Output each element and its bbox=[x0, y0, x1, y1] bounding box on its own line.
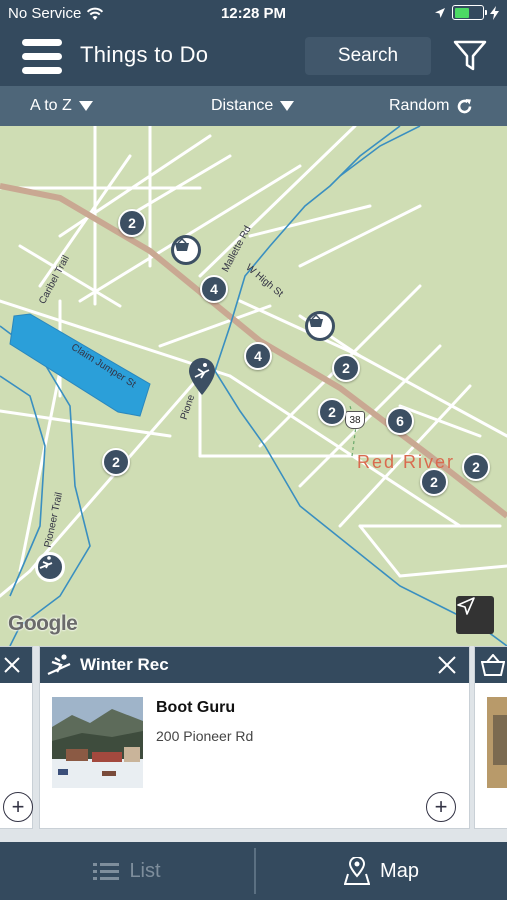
close-icon[interactable] bbox=[3, 656, 21, 674]
results-carousel[interactable]: + Winter Rec Boot Guru 200 Pioneer Rd + bbox=[0, 646, 507, 842]
shopping-marker[interactable] bbox=[305, 311, 335, 341]
battery-icon bbox=[452, 5, 487, 20]
add-icon[interactable]: + bbox=[3, 792, 33, 822]
card-header bbox=[0, 647, 32, 683]
close-icon[interactable] bbox=[437, 655, 457, 675]
status-icons bbox=[434, 5, 499, 20]
location-arrow-icon bbox=[435, 7, 445, 18]
refresh-icon bbox=[458, 98, 472, 113]
sort-random-button[interactable]: Random bbox=[389, 97, 473, 115]
cluster-marker[interactable]: 2 bbox=[102, 448, 130, 476]
map-base bbox=[0, 126, 507, 646]
cluster-marker[interactable]: 2 bbox=[118, 209, 146, 237]
business-photo bbox=[52, 697, 143, 788]
filter-icon[interactable] bbox=[452, 38, 488, 74]
previous-card[interactable]: + bbox=[0, 646, 33, 829]
app-header: Things to Do Search bbox=[0, 30, 507, 86]
cluster-marker[interactable]: 4 bbox=[244, 342, 272, 370]
route-38-shield: 38 bbox=[345, 411, 365, 429]
sort-bar: A to Z Distance Random bbox=[0, 86, 507, 126]
business-address: 200 Pioneer Rd bbox=[156, 728, 254, 744]
clock: 12:28 PM bbox=[220, 5, 287, 22]
add-icon[interactable]: + bbox=[426, 792, 456, 822]
google-logo: Google bbox=[8, 612, 78, 635]
cluster-marker[interactable]: 2 bbox=[332, 354, 360, 382]
tab-list[interactable]: List bbox=[0, 842, 254, 900]
ski-selected-marker[interactable] bbox=[187, 356, 217, 396]
status-bar: No Service 12:28 PM bbox=[0, 0, 507, 30]
sort-a-to-z-button[interactable]: A to Z bbox=[30, 97, 93, 115]
tab-list-label: List bbox=[129, 859, 161, 882]
business-name[interactable]: Boot Guru bbox=[156, 699, 235, 717]
page-title: Things to Do bbox=[80, 42, 209, 67]
tab-map[interactable]: Map bbox=[256, 842, 507, 900]
shopping-basket-icon bbox=[175, 238, 189, 251]
sort-a-to-z-label: A to Z bbox=[30, 97, 72, 114]
shopping-marker[interactable] bbox=[171, 235, 201, 265]
result-card[interactable]: Winter Rec Boot Guru 200 Pioneer Rd + bbox=[39, 646, 470, 829]
category-title: Winter Rec bbox=[80, 655, 169, 674]
sort-distance-label: Distance bbox=[211, 97, 274, 114]
app-screen: No Service 12:28 PM Things to Do Search … bbox=[0, 0, 507, 900]
map-view[interactable]: Caribel Trail Mallette Rd W High St Clai… bbox=[0, 126, 507, 646]
sort-random-label: Random bbox=[389, 97, 450, 114]
cluster-marker[interactable]: 4 bbox=[200, 275, 228, 303]
navigation-arrow-icon bbox=[457, 597, 475, 615]
skier-icon bbox=[39, 556, 53, 569]
cluster-marker[interactable]: 2 bbox=[318, 398, 346, 426]
ski-marker[interactable] bbox=[35, 552, 65, 582]
next-card[interactable] bbox=[474, 646, 507, 829]
card-header: Winter Rec bbox=[40, 647, 469, 683]
shopping-basket-icon bbox=[309, 314, 323, 327]
charging-bolt-icon bbox=[490, 5, 499, 20]
tab-map-label: Map bbox=[380, 859, 419, 882]
card-header bbox=[475, 647, 507, 683]
search-button[interactable]: Search bbox=[305, 37, 431, 75]
menu-icon[interactable] bbox=[22, 39, 62, 75]
business-photo bbox=[487, 697, 507, 788]
cluster-marker[interactable]: 2 bbox=[462, 453, 490, 481]
caret-down-icon bbox=[280, 101, 295, 111]
list-icon bbox=[93, 863, 120, 880]
map-pin-icon bbox=[344, 857, 371, 885]
sort-distance-button[interactable]: Distance bbox=[211, 97, 295, 115]
caret-down-icon bbox=[78, 101, 93, 111]
bottom-tab-bar: List Map bbox=[0, 842, 507, 900]
locate-me-button[interactable] bbox=[456, 596, 494, 634]
skier-icon bbox=[47, 654, 71, 676]
shopping-basket-icon bbox=[481, 654, 505, 676]
cluster-marker[interactable]: 6 bbox=[386, 407, 414, 435]
cluster-marker[interactable]: 2 bbox=[420, 468, 448, 496]
